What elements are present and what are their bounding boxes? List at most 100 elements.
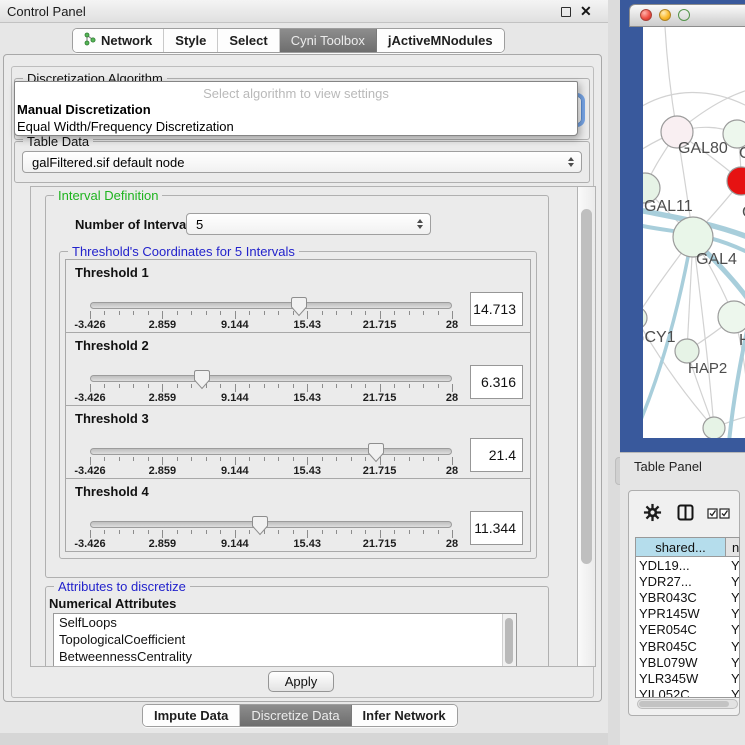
table-row[interactable]: YPR145WYPR1 — [636, 606, 739, 622]
tab-infer-network[interactable]: Infer Network — [352, 705, 457, 726]
cell-name: YBR0 — [726, 639, 739, 654]
tab-label: Discretize Data — [251, 708, 339, 723]
slider-thumb[interactable] — [193, 369, 211, 390]
table-hscrollbar-thumb[interactable] — [639, 701, 729, 707]
interval-definition-label: Interval Definition — [54, 188, 162, 203]
apply-button[interactable]: Apply — [268, 671, 334, 692]
threshold-panel: Threshold 3 -3.4262.8599.14415.4321.7152… — [65, 405, 531, 479]
table-row[interactable]: YER054CYER0 — [636, 622, 739, 638]
network-node-label: H — [739, 332, 745, 349]
slider-thumb[interactable] — [290, 296, 308, 317]
cell-name: YBR0 — [726, 590, 739, 605]
tab-label: Impute Data — [154, 708, 228, 723]
cell-name: YDL1 — [726, 558, 739, 573]
threshold-value-field[interactable]: 11.344 — [470, 511, 523, 545]
cell-shared-name: YPR145W — [636, 606, 726, 621]
list-scrollbar-thumb[interactable] — [505, 618, 513, 664]
tab-impute-data[interactable]: Impute Data — [143, 705, 240, 726]
cell-shared-name: YLR345W — [636, 671, 726, 686]
minimize-window-icon[interactable] — [659, 9, 671, 21]
table-row[interactable]: YDL19...YDL1 — [636, 557, 739, 573]
tab-jactivemnodules[interactable]: jActiveMNodules — [377, 29, 504, 52]
attribute-item-betweennesscentrality[interactable]: BetweennessCentrality — [54, 648, 516, 665]
columns-icon[interactable] — [677, 504, 694, 524]
panel-divider[interactable] — [608, 0, 620, 745]
cell-shared-name: YDL19... — [636, 558, 726, 573]
network-node-label: G — [739, 145, 745, 162]
attribute-item-selfloops[interactable]: SelfLoops — [54, 614, 516, 631]
network-node-label: HAP2 — [688, 360, 727, 377]
threshold-panel: Threshold 4 -3.4262.8599.14415.4321.7152… — [65, 478, 531, 552]
numerical-attributes-list[interactable]: SelfLoopsTopologicalCoefficientBetweenne… — [53, 613, 517, 667]
dropdown-placeholder: Select algorithm to view settings — [15, 86, 577, 101]
table-row[interactable]: YBR045CYBR0 — [636, 638, 739, 654]
network-view-canvas[interactable]: GAL80GCGAL11GAL4GCY1HHAP2 — [643, 27, 745, 438]
gear-icon[interactable] — [643, 503, 662, 525]
zoom-window-icon[interactable] — [678, 9, 690, 21]
tab-select[interactable]: Select — [218, 29, 279, 52]
table-hscrollbar[interactable] — [637, 699, 738, 709]
dropdown-option-equal-width-frequency-discretization[interactable]: Equal Width/Frequency Discretization — [15, 118, 577, 135]
slider-track[interactable] — [90, 302, 452, 309]
network-node-h[interactable] — [718, 301, 745, 333]
table-row[interactable]: YLR345WYLR3 — [636, 670, 739, 686]
threshold-value-field[interactable]: 21.4 — [470, 438, 523, 472]
network-node-gcy1[interactable] — [643, 307, 647, 329]
list-scrollbar[interactable] — [502, 614, 516, 667]
number-of-intervals-label: Number of Intervals — [75, 217, 197, 232]
settings-scrollbar[interactable] — [577, 186, 596, 667]
tab-discretize-data[interactable]: Discretize Data — [240, 705, 351, 726]
threshold-value-field[interactable]: 14.713 — [470, 292, 523, 326]
cell-name: YER0 — [726, 622, 739, 637]
close-window-icon[interactable] — [640, 9, 652, 21]
table-header-name[interactable]: n — [726, 538, 739, 556]
network-node-g[interactable] — [723, 120, 745, 148]
table-row[interactable]: YDR27...YDR2 — [636, 573, 739, 589]
threshold-slider[interactable]: -3.4262.8599.14415.4321.71528 — [90, 442, 452, 480]
slider-ticks — [90, 457, 452, 465]
dropdown-option-manual-discretization[interactable]: Manual Discretization — [15, 101, 577, 118]
threshold-panel: Threshold 1 -3.4262.8599.14415.4321.7152… — [65, 259, 531, 333]
tab-style[interactable]: Style — [164, 29, 218, 52]
slider-track[interactable] — [90, 375, 452, 382]
table-data-combobox[interactable]: galFiltered.sif default node — [22, 151, 582, 173]
top-tab-bar: Network StyleSelectCyni Toolbox jActiveMNo… — [72, 28, 505, 53]
table-row[interactable]: YBL079WYBL0 — [636, 654, 739, 670]
network-node-label: GCY1 — [643, 329, 676, 346]
close-icon[interactable]: ✕ — [580, 3, 592, 20]
network-edge[interactable] — [643, 92, 745, 112]
float-window-icon[interactable] — [561, 7, 571, 17]
settings-scroll-viewport: Interval Definition Number of Intervals … — [30, 186, 578, 667]
threshold-panel: Threshold 2 -3.4262.8599.14415.4321.7152… — [65, 332, 531, 406]
control-panel-titlebar — [0, 0, 608, 23]
settings-scrollbar-thumb[interactable] — [581, 209, 592, 564]
slider-track[interactable] — [90, 448, 452, 455]
tab-label: jActiveMNodules — [388, 33, 493, 48]
tab-cyni-toolbox[interactable]: Cyni Toolbox — [280, 29, 377, 52]
slider-tick-labels: -3.4262.8599.14415.4321.71528 — [90, 319, 452, 331]
slider-thumb[interactable] — [367, 442, 385, 463]
slider-tick-labels: -3.4262.8599.14415.4321.71528 — [90, 465, 452, 477]
slider-track[interactable] — [90, 521, 452, 528]
cell-name: YDR2 — [726, 574, 739, 589]
attribute-item-topologicalcoefficient[interactable]: TopologicalCoefficient — [54, 631, 516, 648]
network-node-8[interactable] — [703, 417, 725, 438]
slider-thumb[interactable] — [251, 515, 269, 536]
threshold-slider[interactable]: -3.4262.8599.14415.4321.71528 — [90, 369, 452, 407]
number-of-intervals-combobox[interactable]: 5 — [186, 213, 431, 235]
tab-label: Network — [101, 33, 152, 48]
checkbox-icon[interactable] — [707, 507, 718, 522]
threshold-value-field[interactable]: 6.316 — [470, 365, 523, 399]
attributes-group-label: Attributes to discretize — [54, 579, 190, 594]
checkbox-icon[interactable] — [719, 507, 730, 522]
network-node-label: GAL80 — [678, 140, 728, 157]
table-row[interactable]: YIL052CYIL0 — [636, 687, 739, 699]
table-row[interactable]: YBR043CYBR0 — [636, 589, 739, 605]
table-data-value: galFiltered.sif default node — [32, 155, 184, 170]
threshold-slider[interactable]: -3.4262.8599.14415.4321.71528 — [90, 296, 452, 334]
combo-stepper-icon — [568, 157, 574, 167]
table-header-shared[interactable]: shared... — [636, 538, 726, 556]
tab-network[interactable]: Network — [73, 29, 164, 52]
node-attribute-table: shared... n YDL19...YDL1YDR27...YDR2YBR0… — [635, 537, 740, 698]
threshold-slider[interactable]: -3.4262.8599.14415.4321.71528 — [90, 515, 452, 553]
